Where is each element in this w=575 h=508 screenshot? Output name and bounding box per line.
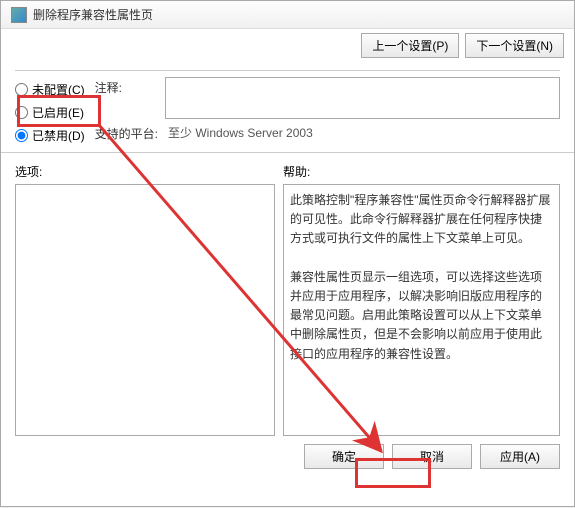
radio-disabled-label: 已禁用(D): [32, 127, 85, 144]
radio-not-configured-label: 未配置(C): [32, 81, 85, 98]
window-title: 删除程序兼容性属性页: [33, 6, 153, 23]
radio-enabled-input[interactable]: [15, 106, 28, 119]
prev-setting-button[interactable]: 上一个设置(P): [361, 33, 459, 58]
dialog-window: 删除程序兼容性属性页 上一个设置(P) 下一个设置(N) 未配置(C) 已启用(…: [0, 0, 575, 507]
apply-button[interactable]: 应用(A): [480, 444, 560, 469]
platform-value: 至少 Windows Server 2003: [168, 123, 313, 141]
radio-not-configured-input[interactable]: [15, 83, 28, 96]
help-label: 帮助:: [283, 163, 560, 180]
app-icon: [11, 7, 27, 23]
options-label: 选项:: [15, 163, 283, 180]
nav-buttons: 上一个设置(P) 下一个设置(N): [1, 29, 574, 62]
titlebar: 删除程序兼容性属性页: [1, 1, 574, 29]
next-setting-button[interactable]: 下一个设置(N): [465, 33, 564, 58]
notes-textarea[interactable]: [165, 77, 560, 119]
notes-label: 注释:: [95, 77, 155, 96]
help-paragraph-1: 此策略控制"程序兼容性"属性页命令行解释器扩展的可见性。此命令行解释器扩展在任何…: [290, 191, 553, 249]
cancel-button[interactable]: 取消: [392, 444, 472, 469]
options-panel: [15, 184, 275, 436]
platform-label: 支持的平台:: [95, 123, 158, 142]
radio-disabled[interactable]: 已禁用(D): [15, 127, 85, 144]
divider-2: [1, 152, 574, 153]
dialog-buttons: 确定 取消 应用(A): [1, 436, 574, 477]
radio-not-configured[interactable]: 未配置(C): [15, 81, 85, 98]
radio-enabled-label: 已启用(E): [32, 104, 84, 121]
help-panel: 此策略控制"程序兼容性"属性页命令行解释器扩展的可见性。此命令行解释器扩展在任何…: [283, 184, 560, 436]
radio-disabled-input[interactable]: [15, 129, 28, 142]
radio-group: 未配置(C) 已启用(E) 已禁用(D): [15, 77, 85, 146]
content-area: 未配置(C) 已启用(E) 已禁用(D) 注释: 支持的平台:: [1, 62, 574, 146]
divider: [15, 70, 560, 71]
radio-enabled[interactable]: 已启用(E): [15, 104, 85, 121]
help-paragraph-2: 兼容性属性页显示一组选项，可以选择这些选项并应用于应用程序，以解决影响旧版应用程…: [290, 268, 553, 364]
ok-button[interactable]: 确定: [304, 444, 384, 469]
